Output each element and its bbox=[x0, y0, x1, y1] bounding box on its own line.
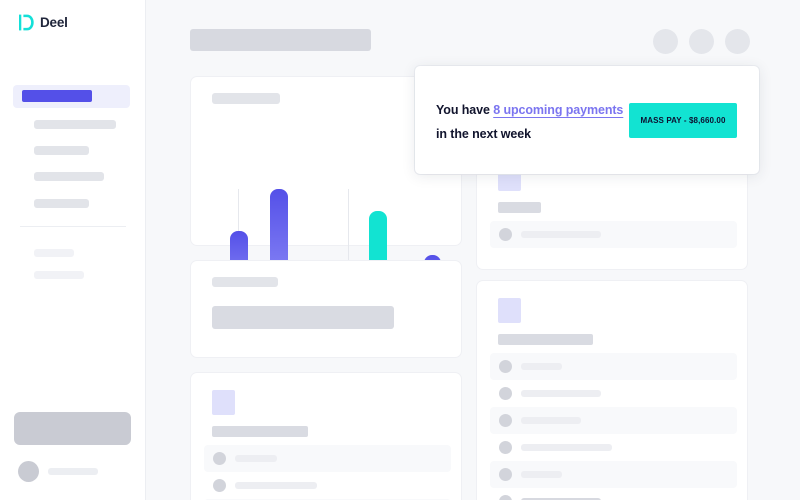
sidebar-secondary-item-0[interactable] bbox=[34, 249, 74, 257]
list-item-avatar bbox=[499, 468, 512, 481]
bottom-left-list bbox=[204, 445, 451, 500]
right-bottom-list-card bbox=[476, 280, 748, 500]
sidebar-item-2[interactable] bbox=[34, 146, 89, 155]
header-actions bbox=[653, 29, 750, 54]
list-item-avatar bbox=[499, 387, 512, 400]
summary-card-body bbox=[212, 306, 394, 329]
list-item[interactable] bbox=[490, 461, 737, 488]
header-action-icon-3[interactable] bbox=[725, 29, 750, 54]
summary-card-title bbox=[212, 277, 278, 287]
popup-message: You have 8 upcoming payments in the next… bbox=[436, 98, 636, 146]
list-item-label bbox=[235, 482, 317, 489]
upcoming-payments-popup: You have 8 upcoming payments in the next… bbox=[415, 66, 759, 174]
bottom-left-list-card bbox=[190, 372, 462, 500]
right-top-list bbox=[490, 221, 737, 248]
list-item[interactable] bbox=[490, 407, 737, 434]
list-item-avatar bbox=[213, 479, 226, 492]
brand-logo[interactable]: Deel bbox=[19, 14, 68, 31]
list-item[interactable] bbox=[204, 445, 451, 472]
right-top-card-title bbox=[498, 202, 541, 213]
chart-card-title bbox=[212, 93, 280, 104]
list-item[interactable] bbox=[490, 353, 737, 380]
list-item-avatar bbox=[213, 452, 226, 465]
list-item-avatar bbox=[499, 228, 512, 241]
app-root: Deel You have 8 upcoming payments in the… bbox=[0, 0, 800, 500]
header-action-icon-1[interactable] bbox=[653, 29, 678, 54]
list-item[interactable] bbox=[490, 434, 737, 461]
sidebar-divider bbox=[20, 226, 126, 227]
brand-name: Deel bbox=[40, 15, 68, 30]
list-item[interactable] bbox=[204, 472, 451, 499]
right-bottom-list bbox=[490, 353, 737, 500]
sidebar-user-name bbox=[48, 468, 98, 475]
sidebar-item-1[interactable] bbox=[34, 120, 116, 129]
mass-pay-button[interactable]: MASS PAY - $8,660.00 bbox=[629, 103, 737, 138]
list-item-label bbox=[521, 417, 581, 424]
list-item-avatar bbox=[499, 495, 512, 500]
popup-text-after: in the next week bbox=[436, 127, 531, 141]
summary-card bbox=[190, 260, 462, 358]
list-item-label bbox=[521, 363, 562, 370]
deel-logo-icon bbox=[19, 14, 34, 31]
sidebar-item-3[interactable] bbox=[34, 172, 104, 181]
upcoming-payments-link[interactable]: 8 upcoming payments bbox=[493, 103, 623, 117]
list-item-label bbox=[521, 231, 601, 238]
avatar[interactable] bbox=[18, 461, 39, 482]
list-item[interactable] bbox=[490, 380, 737, 407]
list-item-label bbox=[235, 455, 277, 462]
list-item-label bbox=[521, 390, 601, 397]
sidebar-cta-button[interactable] bbox=[14, 412, 131, 445]
page-title bbox=[190, 29, 371, 51]
card-tile-icon bbox=[498, 298, 521, 323]
list-item[interactable] bbox=[490, 488, 737, 500]
list-item-avatar bbox=[499, 360, 512, 373]
sidebar: Deel bbox=[0, 0, 146, 500]
card-tile-icon bbox=[212, 390, 235, 415]
bottom-left-card-title bbox=[212, 426, 308, 437]
list-item-label bbox=[521, 471, 562, 478]
right-bottom-card-title bbox=[498, 334, 593, 345]
list-item-label bbox=[521, 444, 612, 451]
sidebar-item-4[interactable] bbox=[34, 199, 89, 208]
header-action-icon-2[interactable] bbox=[689, 29, 714, 54]
list-item-avatar bbox=[499, 441, 512, 454]
list-item[interactable] bbox=[490, 221, 737, 248]
sidebar-secondary-item-1[interactable] bbox=[34, 271, 84, 279]
popup-text-before: You have bbox=[436, 103, 494, 117]
sidebar-item-0-label bbox=[22, 90, 92, 102]
list-item-avatar bbox=[499, 414, 512, 427]
